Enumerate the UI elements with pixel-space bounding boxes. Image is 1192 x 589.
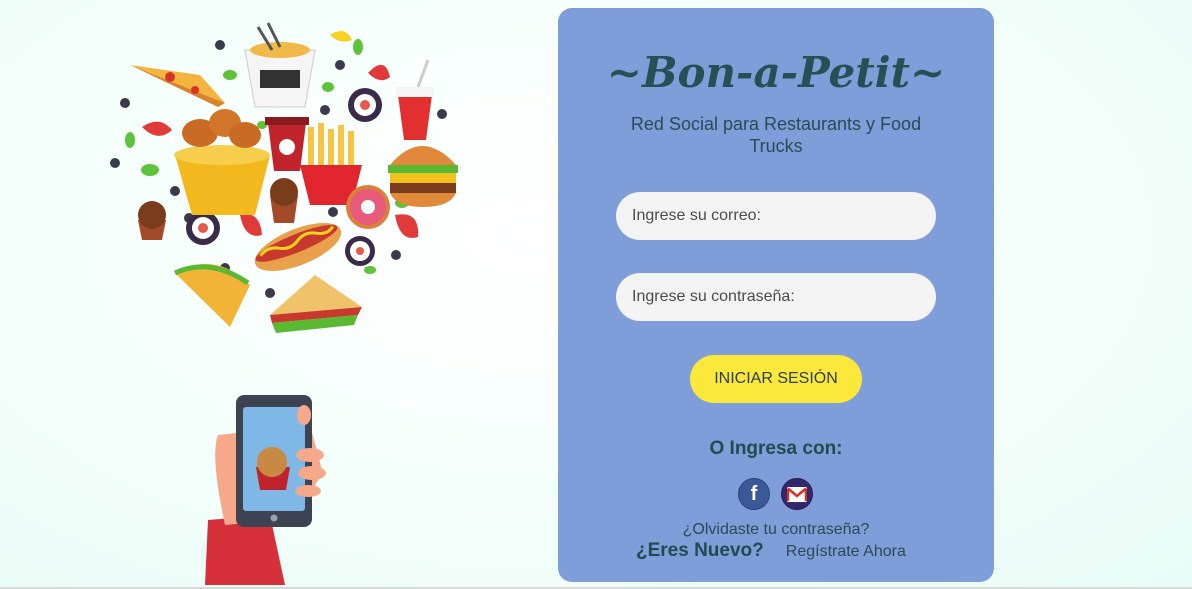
email-input[interactable] xyxy=(616,192,936,240)
sandwich-icon xyxy=(270,275,362,333)
burger-icon xyxy=(388,146,458,207)
taco-icon xyxy=(173,263,250,327)
login-button[interactable]: INICIAR SESIÓN xyxy=(690,355,862,403)
new-user-question: ¿Eres Nuevo? xyxy=(636,540,764,561)
coffee-cup-icon xyxy=(265,117,309,171)
pizza-slice-icon xyxy=(130,65,225,107)
food-illustration xyxy=(100,15,470,585)
donut-icon xyxy=(346,185,390,229)
brand-tagline: Red Social para Restaurants y Food Truck… xyxy=(630,114,922,156)
register-row: ¿Eres Nuevo? Regístrate Ahora xyxy=(636,540,906,562)
social-login-buttons: f xyxy=(738,478,813,510)
forgot-password-link[interactable]: ¿Olvidaste tu contraseña? xyxy=(558,521,994,539)
gmail-login-button[interactable] xyxy=(781,478,813,510)
hand-phone-icon xyxy=(205,395,326,585)
register-link[interactable]: Regístrate Ahora xyxy=(786,543,906,561)
fried-chicken-icon xyxy=(174,109,270,215)
password-input[interactable] xyxy=(616,273,936,321)
gmail-icon xyxy=(787,486,807,502)
facebook-login-button[interactable]: f xyxy=(738,478,770,510)
facebook-icon: f xyxy=(750,483,758,505)
hotdog-icon xyxy=(254,223,342,271)
login-card: ~Bon-a-Petit~ Red Social para Restaurant… xyxy=(558,8,994,582)
noodle-box-icon xyxy=(244,22,316,108)
social-login-label: O Ingresa con: xyxy=(709,438,843,459)
brand-logo: ~Bon-a-Petit~ xyxy=(606,48,946,97)
drink-cup-icon xyxy=(396,59,434,140)
